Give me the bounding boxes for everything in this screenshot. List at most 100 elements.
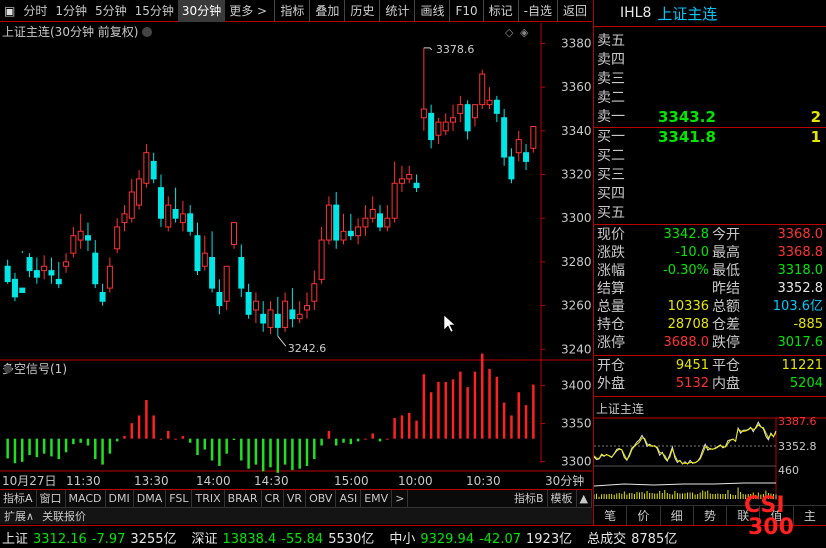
indicator-tab-1[interactable]: 窗口	[37, 489, 66, 508]
index-2[interactable]: 中小 9329.94 -42.07 1923亿	[389, 528, 577, 547]
candle-body-65	[479, 73, 486, 106]
candle-body-2	[19, 287, 26, 293]
toolbar-button-0[interactable]: 指标	[274, 0, 309, 22]
book-row: 卖四	[594, 51, 826, 70]
toolbar-button-3[interactable]: 统计	[379, 0, 414, 22]
detail-tab-3[interactable]: 势	[694, 506, 728, 525]
indicator-tab-10[interactable]: OBV	[306, 489, 337, 508]
candle-body-66	[486, 99, 493, 106]
quote-label: 仓差	[712, 317, 740, 333]
candle-body-51	[377, 213, 384, 228]
book-label: 卖四	[597, 52, 625, 68]
index-change: -55.84	[281, 531, 324, 547]
quote-label: 开仓	[597, 358, 625, 374]
indicator-tab-3[interactable]: DMI	[106, 489, 134, 508]
indicator-dropdown-icon[interactable]	[4, 365, 12, 373]
tab-period-4[interactable]: 30分钟	[177, 0, 226, 22]
indicator-tab-0[interactable]: 指标A	[0, 489, 37, 508]
settings-icon[interactable]: ◈	[520, 26, 529, 39]
candle-body-68	[501, 117, 508, 158]
candle-body-34	[252, 300, 259, 311]
extension-tab-1[interactable]: 关联报价	[38, 508, 90, 524]
toolbar-button-8[interactable]: 返回	[556, 0, 592, 22]
diamond-icon[interactable]: ◇	[505, 26, 514, 39]
quote-row: 涨幅 -0.30% 最低 3318.0	[594, 262, 826, 280]
toolbar-button-2[interactable]: 历史	[344, 0, 379, 22]
toolbar-button-6[interactable]: 标记	[482, 0, 518, 22]
candle-body-37	[274, 313, 281, 328]
symbol-code: IHL8	[620, 5, 652, 21]
candle-body-26	[194, 235, 201, 272]
quote-label: 持仓	[597, 317, 625, 333]
candle-body-49	[362, 217, 369, 228]
detail-tab-1[interactable]: 价	[627, 506, 661, 525]
toolbar-button-1[interactable]: 叠加	[309, 0, 344, 22]
book-price: 3341.8	[658, 128, 716, 146]
quote-label: 最低	[712, 263, 740, 279]
indicator-tab-6[interactable]: TRIX	[192, 489, 225, 508]
candle-body-11	[84, 235, 91, 241]
indicator-tab-4[interactable]: DMA	[134, 489, 167, 508]
toolbar-button-7[interactable]: -自选	[517, 0, 557, 22]
dropdown-icon[interactable]	[142, 27, 152, 37]
mini-title: 上证主连	[596, 401, 644, 416]
indicator-tab-11[interactable]: ASI	[336, 489, 362, 508]
candle-body-7	[55, 278, 62, 285]
toolbar-button-5[interactable]: F10	[449, 0, 482, 22]
candle-body-44	[325, 204, 332, 241]
quote-value: 3318.0	[777, 263, 824, 278]
quote-row: 现价 3342.8 今开 3368.0	[594, 226, 826, 244]
x-label-5: 15:00	[334, 474, 369, 488]
indicator-tab-12[interactable]: EMV	[361, 489, 393, 508]
index-amount: 5530亿	[328, 531, 375, 547]
quote-value: -10.0	[675, 245, 709, 260]
indicator-tab-5[interactable]: FSL	[166, 489, 193, 508]
candle-body-52	[384, 217, 391, 228]
indicator-tab-2[interactable]: MACD	[66, 489, 106, 508]
quote-label: 平仓	[712, 358, 740, 374]
mini-chart[interactable]: 上证主连 3387.6 3352.8 460	[594, 400, 826, 502]
tab-period-2[interactable]: 5分钟	[91, 0, 131, 22]
indicator-tab-9[interactable]: VR	[284, 489, 307, 508]
detail-tab-2[interactable]: 细	[661, 506, 694, 525]
book-qty: 1	[810, 128, 821, 146]
indicator-tab-13[interactable]: >	[392, 489, 409, 508]
detail-tab-0[interactable]: 笔	[594, 506, 628, 525]
toolbar-button-4[interactable]: 画线	[414, 0, 449, 22]
extension-tab-0[interactable]: 扩展∧	[0, 508, 38, 524]
index-amount: 3255亿	[130, 531, 177, 547]
period-label: 30分钟	[545, 473, 584, 488]
quote-value: 3342.8	[663, 227, 710, 242]
y-tick-2: 3340	[561, 124, 592, 138]
index-1[interactable]: 深证 13838.4 -55.84 5530亿	[192, 528, 380, 547]
kline-chart[interactable]: 上证主连(30分钟 前复权) ◇ ◈ 3380 3360 3340 3320 3300 3280…	[0, 23, 592, 493]
high-marker	[423, 47, 433, 51]
mini-price-line	[594, 421, 777, 465]
tab-period-3[interactable]: 15分钟	[131, 0, 178, 22]
indicator-right-0[interactable]: 指标B	[511, 489, 548, 508]
candle-body-17	[128, 191, 135, 219]
indicator-tab-7[interactable]: BRAR	[225, 489, 262, 508]
candle-body-23	[172, 208, 179, 219]
indicator-right-2[interactable]: ▲	[577, 489, 592, 508]
ind-tick-1: 3350	[561, 417, 592, 431]
indicator-tab-8[interactable]: CR	[262, 489, 284, 508]
detail-tab-6[interactable]: 主	[794, 506, 826, 525]
tab-period-0[interactable]: 分时	[19, 0, 51, 22]
candle-body-29	[216, 291, 223, 307]
y-tick-3: 3320	[561, 168, 592, 182]
indicator-right-1[interactable]: 模板	[548, 489, 577, 508]
x-label-3: 14:00	[196, 474, 231, 488]
candle-body-60	[442, 121, 449, 132]
index-0[interactable]: 上证 3312.16 -7.97 3255亿	[2, 528, 182, 547]
y-tick-4: 3300	[561, 211, 592, 225]
menu-icon[interactable]: ▣	[0, 0, 19, 22]
tab-period-5[interactable]: 更多 >	[225, 0, 271, 22]
quote-row: 总量 10336 总额 103.6亿	[594, 298, 826, 316]
y-tick-5: 3280	[561, 255, 592, 269]
quote-row: 涨跌 -10.0 最高 3368.8	[594, 244, 826, 262]
candle-body-48	[355, 226, 362, 237]
tab-period-1[interactable]: 1分钟	[51, 0, 91, 22]
mini-tick-0: 3387.6	[778, 415, 817, 428]
candle-body-55	[406, 174, 413, 180]
